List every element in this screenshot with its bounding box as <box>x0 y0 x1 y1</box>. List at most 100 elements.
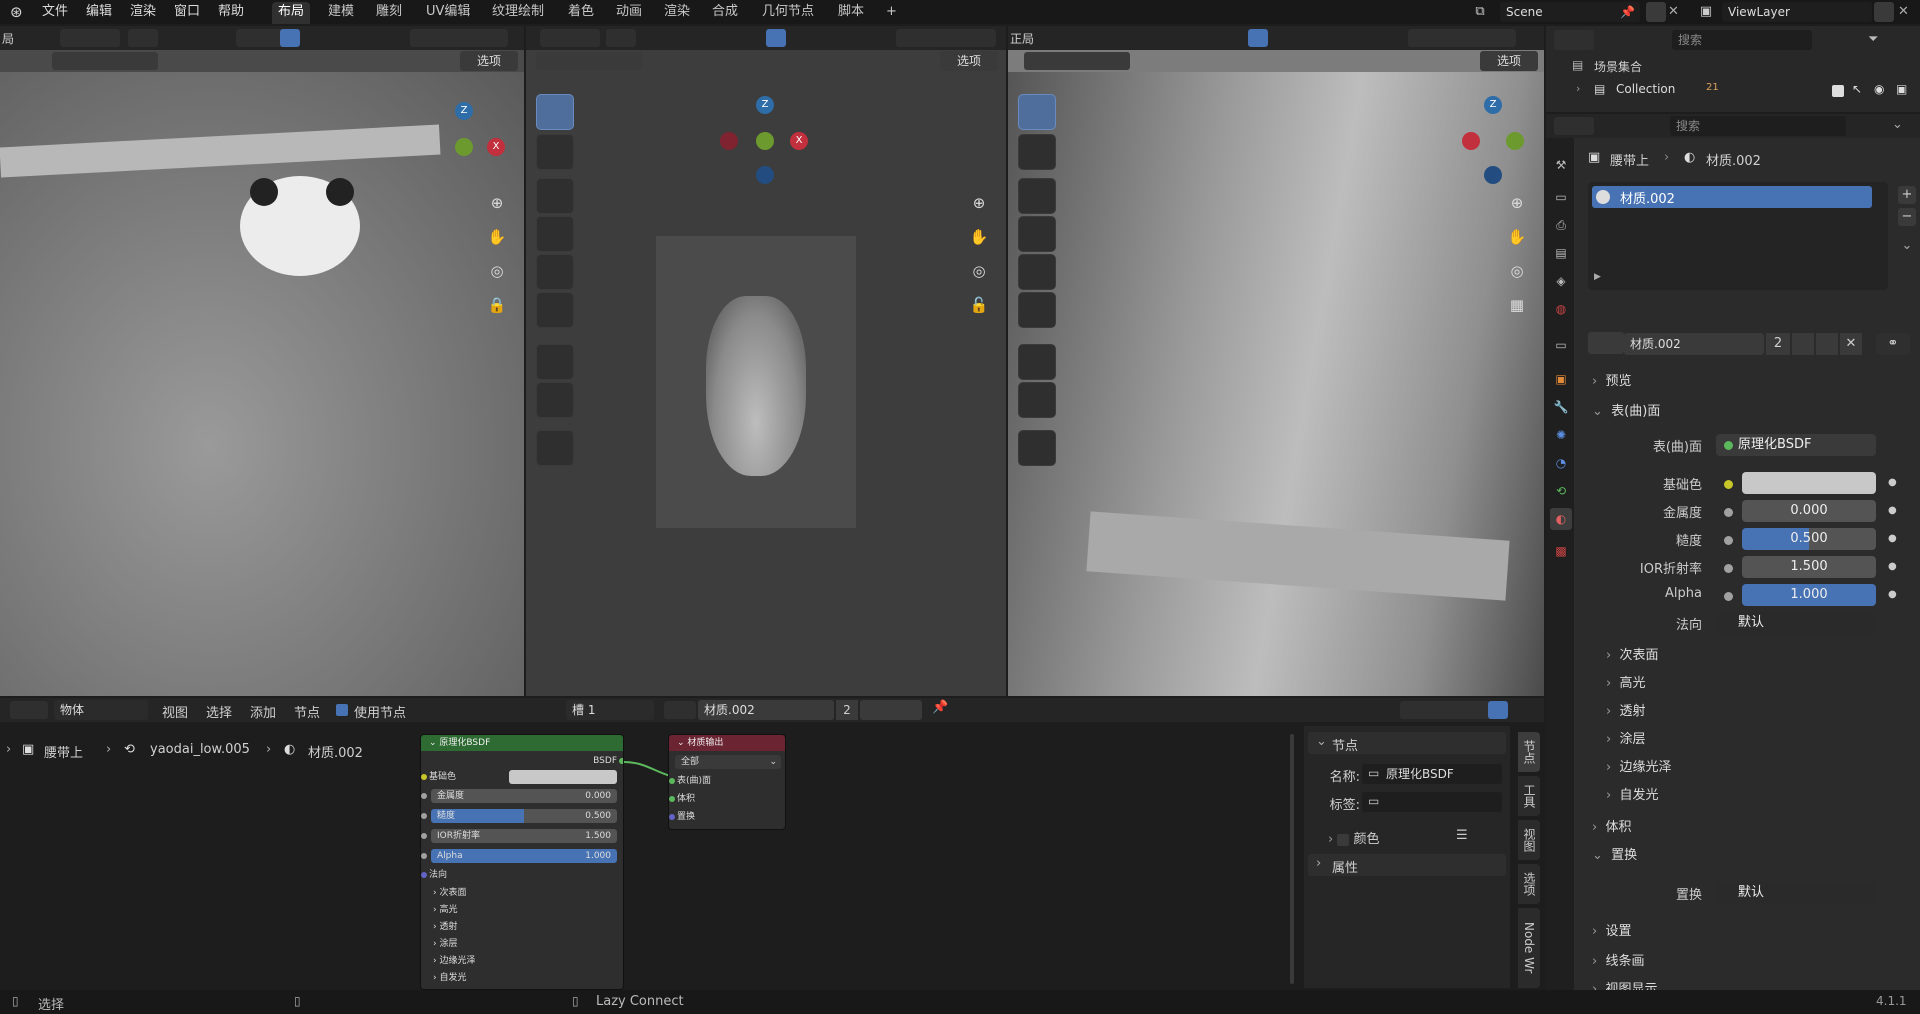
subpanel-emission[interactable]: › 自发光 <box>421 970 466 986</box>
gizmo-neg-x-icon[interactable] <box>720 132 738 150</box>
scene-name-field[interactable]: Scene <box>1500 2 1640 22</box>
physics-tab-icon[interactable]: ◔ <box>1550 452 1572 474</box>
subpanel-specular[interactable]: › 高光 <box>421 902 457 918</box>
filter-icon[interactable]: ⏷ <box>1868 30 1898 50</box>
zoom-icon[interactable]: ⊕ <box>966 190 992 216</box>
section-settings[interactable]: › 设置 <box>1592 920 1631 939</box>
menu-edit[interactable]: 编辑 <box>82 3 116 21</box>
tab-view[interactable]: 视图 <box>1518 820 1540 860</box>
expand-icon[interactable]: › <box>1576 82 1580 95</box>
shading-modes-icon[interactable] <box>1408 29 1516 47</box>
delete-view-layer-icon[interactable]: ✕ <box>1898 2 1909 22</box>
keyframe-dot-icon[interactable]: ● <box>1888 505 1897 516</box>
gizmo-y-axis-icon[interactable] <box>1506 132 1524 150</box>
slot-dropdown[interactable]: 槽 1 <box>566 700 654 720</box>
keyframe-dot-icon[interactable]: ● <box>1888 561 1897 572</box>
expand-icon[interactable]: ▶ <box>1594 272 1601 282</box>
lock-icon[interactable]: 🔒 <box>484 292 510 318</box>
snapping-icons[interactable] <box>1400 701 1500 719</box>
gizmo-z-axis-icon[interactable]: Z <box>455 102 473 120</box>
mode-select[interactable]: 正局 <box>1010 30 1034 47</box>
tab-geometry-nodes[interactable]: 几何节点 <box>756 2 820 24</box>
gizmo-y-axis-icon[interactable] <box>455 138 473 156</box>
add-cube-tool-icon[interactable] <box>1018 430 1056 466</box>
material-output-node[interactable]: ⌄ 材质输出 全部 ⌄ 表(曲)面 体积 置换 <box>668 734 786 830</box>
gizmo-x-axis-icon[interactable]: X <box>790 132 808 150</box>
move-tool-icon[interactable] <box>1018 178 1056 214</box>
tab-shading[interactable]: 着色 <box>562 2 600 24</box>
options-dropdown[interactable]: 选项 <box>1480 51 1538 71</box>
snap-icon[interactable] <box>606 29 636 47</box>
select-arrow-icon[interactable]: ↖ <box>1852 82 1862 96</box>
add-slot-button[interactable]: + <box>1898 186 1916 204</box>
gizmo-toggle-icon[interactable] <box>766 29 786 47</box>
section-displacement[interactable]: ⌄ 置换 <box>1592 844 1637 863</box>
subpanel-subsurface[interactable]: › 次表面 <box>421 885 466 901</box>
transform-pivot-icon[interactable] <box>540 29 600 47</box>
metallic-slider[interactable]: 0.000 <box>1742 500 1876 522</box>
tab-node[interactable]: 节点 <box>1518 732 1540 772</box>
mode-select[interactable]: 局 <box>2 30 14 47</box>
gizmo-z-axis-icon[interactable]: Z <box>1484 96 1502 114</box>
fake-user-icon[interactable] <box>1792 333 1814 355</box>
gizmo-toggle-icon[interactable] <box>1248 29 1268 47</box>
target-dropdown[interactable]: 全部 ⌄ <box>675 755 781 769</box>
metallic-socket[interactable] <box>421 793 427 799</box>
duplicate-icon[interactable] <box>1816 333 1838 355</box>
metallic-slider[interactable]: 金属度 0.000 <box>431 789 617 803</box>
menu-render[interactable]: 渲染 <box>126 3 160 21</box>
annotate-tool-icon[interactable] <box>1018 344 1056 380</box>
ior-slider[interactable]: IOR折射率 1.500 <box>431 829 617 843</box>
gizmo-neg-z-icon[interactable] <box>756 166 774 184</box>
list-icon[interactable]: ☰ <box>1456 828 1468 843</box>
keyframe-dot-icon[interactable]: ● <box>1888 533 1897 544</box>
surface-shader-field[interactable]: 原理化BSDF <box>1716 434 1876 456</box>
navigation-gizmo[interactable]: Z X <box>455 102 505 156</box>
scene-tab-icon[interactable]: ◈ <box>1550 270 1572 292</box>
add-workspace-button[interactable]: + <box>880 2 903 24</box>
scale-tool-icon[interactable] <box>536 254 574 290</box>
subpanel-sheen[interactable]: › 边缘光泽 <box>421 953 475 969</box>
vertical-scrollbar[interactable] <box>1290 734 1294 984</box>
editor-type-icon[interactable] <box>1554 117 1594 135</box>
measure-tool-icon[interactable] <box>536 382 574 418</box>
view-layer-field[interactable]: ViewLayer <box>1722 2 1872 22</box>
displacement-field[interactable]: 默认 <box>1716 882 1876 904</box>
zoom-icon[interactable]: ⊕ <box>1504 190 1530 216</box>
viewport-right[interactable]: 正局 选项 Z ⊕ ✋ ◎ ▦ <box>1008 26 1544 696</box>
collection-tab-icon[interactable]: ▭ <box>1550 334 1572 356</box>
camera-icon[interactable]: ◎ <box>1504 258 1530 284</box>
particles-tab-icon[interactable]: ✺ <box>1550 424 1572 446</box>
tab-texture-paint[interactable]: 纹理绘制 <box>486 2 550 24</box>
material-name-field[interactable]: 材质.002 <box>698 700 834 720</box>
gizmo-x-axis-icon[interactable]: X <box>487 138 505 156</box>
material-slot-item[interactable]: 材质.002 <box>1592 186 1872 208</box>
displacement-input-socket[interactable] <box>669 814 675 820</box>
tab-modeling[interactable]: 建模 <box>322 2 360 24</box>
camera-icon[interactable]: ◎ <box>966 258 992 284</box>
pin-icon[interactable]: 📌 <box>932 700 948 715</box>
section-viewport-display[interactable]: › 视图显示 <box>1592 978 1657 990</box>
properties-search-input[interactable]: 搜索 <box>1670 116 1846 136</box>
zoom-icon[interactable]: ⊕ <box>484 190 510 216</box>
subpanel-coat[interactable]: › 涂层 <box>1606 728 1645 747</box>
selection-mode-icons[interactable] <box>1024 52 1130 70</box>
section-lineart[interactable]: › 线条画 <box>1592 950 1644 969</box>
alpha-slider[interactable]: 1.000 <box>1742 584 1876 606</box>
view-layer-icon[interactable]: ▣ <box>1696 2 1716 22</box>
selection-mode-icons[interactable] <box>52 52 158 70</box>
section-preview[interactable]: › 预览 <box>1592 370 1631 389</box>
properties-panel-header[interactable]: › 属性 <box>1308 854 1506 876</box>
color-subpanel[interactable]: › 颜色 <box>1328 828 1380 847</box>
selection-mode-icons[interactable] <box>536 52 642 70</box>
base-color-socket[interactable] <box>421 774 427 780</box>
cursor-tool-icon[interactable] <box>1018 134 1056 170</box>
tab-scripting[interactable]: 脚本 <box>832 2 870 24</box>
subpanel-coat[interactable]: › 涂层 <box>421 936 457 952</box>
annotate-tool-icon[interactable] <box>536 344 574 380</box>
subpanel-transmission[interactable]: › 透射 <box>421 919 457 935</box>
surface-input-socket[interactable] <box>669 778 675 784</box>
menu-select[interactable]: 选择 <box>206 702 232 721</box>
chevron-down-icon[interactable]: ⌄ <box>1892 117 1903 132</box>
modifier-tab-icon[interactable]: 🔧 <box>1550 396 1572 418</box>
